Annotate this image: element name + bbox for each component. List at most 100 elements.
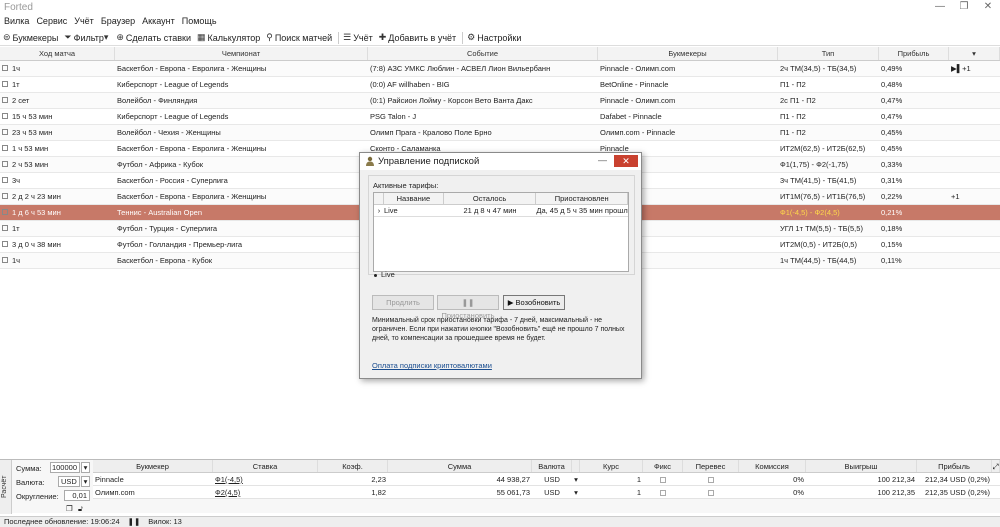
- commission-input[interactable]: 0%: [739, 473, 806, 485]
- col-type[interactable]: Тип: [778, 47, 879, 60]
- radio-dot-icon: [374, 273, 377, 277]
- chevron-down-icon[interactable]: ▾: [81, 476, 90, 487]
- fix-checkbox[interactable]: [660, 490, 666, 497]
- sum-label: Сумма:: [16, 464, 42, 473]
- pause-icon[interactable]: ❚❚: [128, 517, 141, 527]
- live-radio[interactable]: Live: [374, 270, 395, 279]
- currency-select[interactable]: USD: [58, 476, 80, 487]
- expand-icon[interactable]: [2, 129, 8, 136]
- calculation-side-tab[interactable]: Расчёт: [0, 460, 12, 514]
- row-actions[interactable]: [949, 237, 1000, 252]
- commission-input[interactable]: 0%: [739, 486, 806, 498]
- pause-button[interactable]: ❚❚ Приостановить: [437, 295, 499, 320]
- currency-label: Валюта:: [16, 478, 45, 487]
- resume-button[interactable]: ▶ Возобновить: [503, 295, 565, 310]
- expand-icon[interactable]: [2, 65, 8, 72]
- crypto-payment-link[interactable]: Оплата подписки криптовалютами: [372, 361, 492, 370]
- add-to-accounting-button[interactable]: ✚ Добавить в учёт: [379, 32, 456, 43]
- menu-browser[interactable]: Браузер: [101, 16, 135, 30]
- table-row[interactable]: 1ч Баскетбол - Европа - Евролига - Женщин…: [0, 61, 1000, 77]
- gear-icon: ⚙: [467, 32, 476, 42]
- coef-input[interactable]: 1,82: [318, 486, 388, 498]
- expand-icon[interactable]: [2, 81, 8, 88]
- table-row[interactable]: 23 ч 53 мин Волейбол - Чехия - Женщины Оли…: [0, 125, 1000, 141]
- col-championship[interactable]: Чемпионат: [115, 47, 368, 60]
- row-actions[interactable]: [949, 205, 1000, 220]
- chevron-down-icon[interactable]: ▾: [81, 462, 90, 473]
- maximize-icon[interactable]: ❐: [952, 0, 976, 16]
- calculator-button[interactable]: ▦ Калькулятор: [197, 32, 260, 43]
- table-row[interactable]: 15 ч 53 мин Киберспорт - League of Legend…: [0, 109, 1000, 125]
- rate-input[interactable]: 1: [580, 473, 643, 485]
- row-actions[interactable]: [949, 221, 1000, 236]
- expand-icon[interactable]: [2, 145, 8, 152]
- copy-icon[interactable]: ❐: [66, 504, 73, 513]
- calculator-icon: ▦: [197, 32, 206, 42]
- currency-select[interactable]: USD: [532, 473, 572, 485]
- col-profit[interactable]: Прибыль: [879, 47, 949, 60]
- active-tariffs-panel: Активные тарифы: Название Осталось Приос…: [368, 175, 635, 275]
- accounting-button[interactable]: ☰ Учёт: [343, 32, 373, 43]
- chevron-down-icon[interactable]: ▾: [572, 486, 580, 498]
- col-event[interactable]: Событие: [368, 47, 598, 60]
- expand-icon[interactable]: [2, 161, 8, 168]
- dialog-titlebar[interactable]: Управление подпиской — ✕: [360, 153, 641, 170]
- col-course[interactable]: Ход матча: [0, 47, 115, 60]
- sum-input[interactable]: 100000: [50, 462, 80, 473]
- col-bookmakers[interactable]: Букмекеры: [598, 47, 778, 60]
- rate-input[interactable]: 1: [580, 486, 643, 498]
- overweight-checkbox[interactable]: [708, 477, 714, 484]
- minimize-icon[interactable]: —: [928, 0, 952, 16]
- expand-icon[interactable]: ⤢: [992, 460, 1000, 472]
- menu-account[interactable]: Аккаунт: [142, 16, 175, 30]
- expand-icon[interactable]: [2, 241, 8, 248]
- table-row[interactable]: 2 сет Волейбол - Финляндия (0:1) Райсион Л…: [0, 93, 1000, 109]
- row-actions[interactable]: [949, 93, 1000, 108]
- expand-icon[interactable]: [2, 177, 8, 184]
- expand-icon[interactable]: [2, 113, 8, 120]
- menu-help[interactable]: Помощь: [182, 16, 217, 30]
- make-bets-button[interactable]: ⊕ Сделать ставки: [116, 32, 191, 43]
- row-actions[interactable]: [949, 77, 1000, 92]
- bet-link[interactable]: Ф2(4,5): [213, 486, 318, 498]
- menu-service[interactable]: Сервис: [36, 16, 67, 30]
- fix-checkbox[interactable]: [660, 477, 666, 484]
- minimize-icon[interactable]: —: [598, 155, 607, 165]
- search-icon: ⚲: [266, 32, 273, 42]
- stake-input[interactable]: 55 061,73: [388, 486, 532, 498]
- close-icon[interactable]: ✕: [976, 0, 1000, 16]
- chevron-down-icon[interactable]: ▾: [572, 473, 580, 485]
- expand-icon[interactable]: [2, 193, 8, 200]
- col-menu[interactable]: ▾: [949, 47, 1000, 60]
- unlock-icon[interactable]: 🔓︎: [78, 504, 83, 514]
- menu-accounting[interactable]: Учёт: [74, 16, 94, 30]
- bookmakers-button[interactable]: ⊜ Букмекеры: [3, 32, 58, 43]
- rounding-input[interactable]: 0,01: [64, 490, 90, 501]
- overweight-checkbox[interactable]: [708, 490, 714, 497]
- coef-input[interactable]: 2,23: [318, 473, 388, 485]
- menu-fork[interactable]: Вилка: [4, 16, 29, 30]
- expand-icon[interactable]: [2, 209, 8, 216]
- subscription-dialog: Управление подпиской — ✕ Активные тарифы…: [359, 152, 642, 379]
- settings-button[interactable]: ⚙ Настройки: [467, 32, 521, 43]
- row-actions[interactable]: [949, 141, 1000, 156]
- table-row[interactable]: › Live 21 д 8 ч 47 мин Да, 45 д 5 ч 35 м…: [374, 205, 628, 217]
- filter-button[interactable]: ⏷ Фильтр ▾: [64, 32, 110, 43]
- row-actions[interactable]: ▶▌+1: [949, 61, 1000, 76]
- row-actions[interactable]: [949, 157, 1000, 172]
- match-search-button[interactable]: ⚲ Поиск матчей: [266, 32, 332, 43]
- currency-select[interactable]: USD: [532, 486, 572, 498]
- row-actions[interactable]: [949, 125, 1000, 140]
- expand-icon[interactable]: [2, 225, 8, 232]
- expand-icon[interactable]: [2, 97, 8, 104]
- row-actions[interactable]: +1: [949, 189, 1000, 204]
- close-icon[interactable]: ✕: [614, 155, 638, 167]
- bet-link[interactable]: Ф1(-4,5): [213, 473, 318, 485]
- expand-icon[interactable]: [2, 257, 8, 264]
- row-actions[interactable]: [949, 109, 1000, 124]
- stake-input[interactable]: 44 938,27: [388, 473, 532, 485]
- extend-button[interactable]: Продлить: [372, 295, 434, 310]
- row-actions[interactable]: [949, 253, 1000, 268]
- row-actions[interactable]: [949, 173, 1000, 188]
- table-row[interactable]: 1т Киберспорт - League of Legends (0:0) AF…: [0, 77, 1000, 93]
